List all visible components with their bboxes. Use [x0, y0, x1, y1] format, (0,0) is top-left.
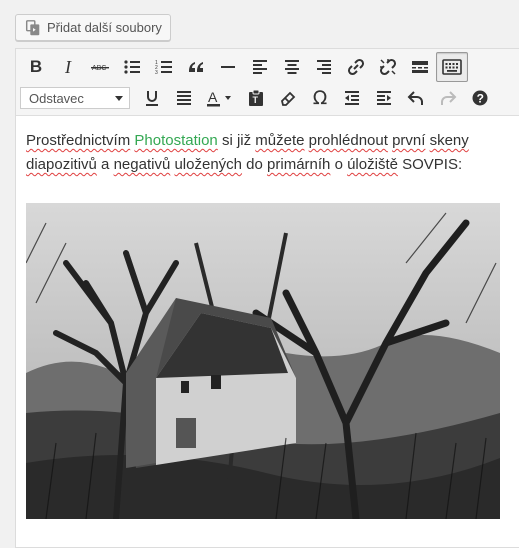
paragraph-text: SOVPIS:: [397, 156, 463, 173]
format-select-value: Odstavec: [29, 90, 84, 106]
help-icon: ?: [472, 90, 488, 106]
paragraph-text: o: [330, 156, 348, 173]
paragraph-text: diapozitivů: [26, 156, 97, 173]
strikethrough-icon: ABC: [91, 65, 109, 72]
unlink-icon: [379, 58, 397, 76]
outdent-icon: [345, 91, 359, 105]
toolbar-row-1: B I ABC 123: [20, 52, 468, 82]
bullet-list-button[interactable]: [116, 52, 148, 82]
blockquote-button[interactable]: [180, 52, 212, 82]
add-media-button[interactable]: Přidat další soubory: [15, 14, 171, 41]
read-more-button[interactable]: [404, 52, 436, 82]
read-more-icon: [412, 61, 428, 73]
insert-link-button[interactable]: [340, 52, 372, 82]
numbered-list-icon: 123: [155, 60, 172, 76]
bullet-list-icon: [124, 60, 140, 74]
add-media-label: Přidat další soubory: [47, 20, 162, 35]
align-left-button[interactable]: [244, 52, 276, 82]
paragraph-text: první: [392, 132, 426, 149]
paragraph-text: Prostřednictvím: [26, 132, 131, 149]
editor-content[interactable]: Prostřednictvím Photostation si již může…: [16, 116, 519, 519]
paragraph-text: prohlédnout: [308, 132, 388, 149]
svg-text:A: A: [208, 89, 218, 105]
link-icon: [347, 58, 365, 76]
align-center-icon: [285, 60, 299, 74]
paragraph-text: do: [242, 156, 268, 173]
undo-button[interactable]: [400, 83, 432, 113]
format-select[interactable]: Odstavec: [20, 87, 130, 109]
align-right-button[interactable]: [308, 52, 340, 82]
paragraph-text: úložiště: [347, 156, 398, 173]
numbered-list-button[interactable]: 123: [148, 52, 180, 82]
svg-text:ABC: ABC: [92, 65, 106, 72]
photostation-link[interactable]: Photostation: [134, 132, 217, 149]
blockquote-icon: [189, 62, 203, 72]
underline-icon: [146, 91, 158, 106]
paragraph-text: primárníh: [267, 156, 331, 173]
text-color-button[interactable]: A: [200, 83, 240, 113]
align-left-icon: [253, 60, 267, 74]
italic-icon: I: [65, 56, 71, 77]
editor: B I ABC 123 Odstavec A T Ω ? Prostřednic…: [15, 48, 519, 548]
svg-text:?: ?: [477, 92, 484, 106]
svg-text:T: T: [253, 95, 259, 105]
paragraph-text: můžete: [255, 132, 305, 149]
editor-toolbar: B I ABC 123 Odstavec A T Ω ?: [16, 49, 519, 116]
horizontal-line-button[interactable]: [212, 52, 244, 82]
indent-button[interactable]: [368, 83, 400, 113]
paste-text-button[interactable]: T: [240, 83, 272, 113]
paragraph-text: si již: [217, 132, 256, 149]
indent-icon: [377, 91, 391, 105]
paste-text-icon: T: [249, 89, 263, 106]
underline-button[interactable]: [136, 83, 168, 113]
paragraph-text: negativů: [113, 156, 171, 173]
justify-button[interactable]: [168, 83, 200, 113]
toolbar-row-2: Odstavec A T Ω ?: [20, 83, 496, 113]
content-photo[interactable]: [26, 203, 500, 519]
justify-icon: [177, 91, 191, 105]
bold-button[interactable]: B: [20, 52, 52, 82]
align-right-icon: [317, 60, 331, 74]
outdent-button[interactable]: [336, 83, 368, 113]
special-character-button[interactable]: Ω: [304, 83, 336, 113]
horizontal-line-icon: [221, 66, 235, 68]
align-center-button[interactable]: [276, 52, 308, 82]
help-button[interactable]: ?: [464, 83, 496, 113]
paragraph-text: a: [96, 156, 114, 173]
eraser-icon: [281, 91, 296, 106]
redo-icon: [441, 91, 457, 105]
media-icon: [25, 19, 40, 35]
content-paragraph: Prostřednictvím Photostation si již může…: [26, 129, 519, 177]
redo-button[interactable]: [432, 83, 464, 113]
bold-icon: B: [29, 57, 43, 76]
text-color-icon: A: [207, 89, 231, 107]
undo-icon: [407, 91, 423, 105]
remove-link-button[interactable]: [372, 52, 404, 82]
strikethrough-button[interactable]: ABC: [84, 52, 116, 82]
italic-button[interactable]: I: [52, 52, 84, 82]
omega-icon: Ω: [312, 87, 328, 109]
keyboard-icon: [442, 59, 462, 75]
paragraph-text: skeny: [429, 132, 469, 149]
svg-text:3: 3: [155, 70, 158, 76]
toolbar-toggle-button[interactable]: [436, 52, 468, 82]
dropdown-arrow-icon: [115, 95, 123, 101]
clear-formatting-button[interactable]: [272, 83, 304, 113]
paragraph-text: uložených: [174, 156, 243, 173]
